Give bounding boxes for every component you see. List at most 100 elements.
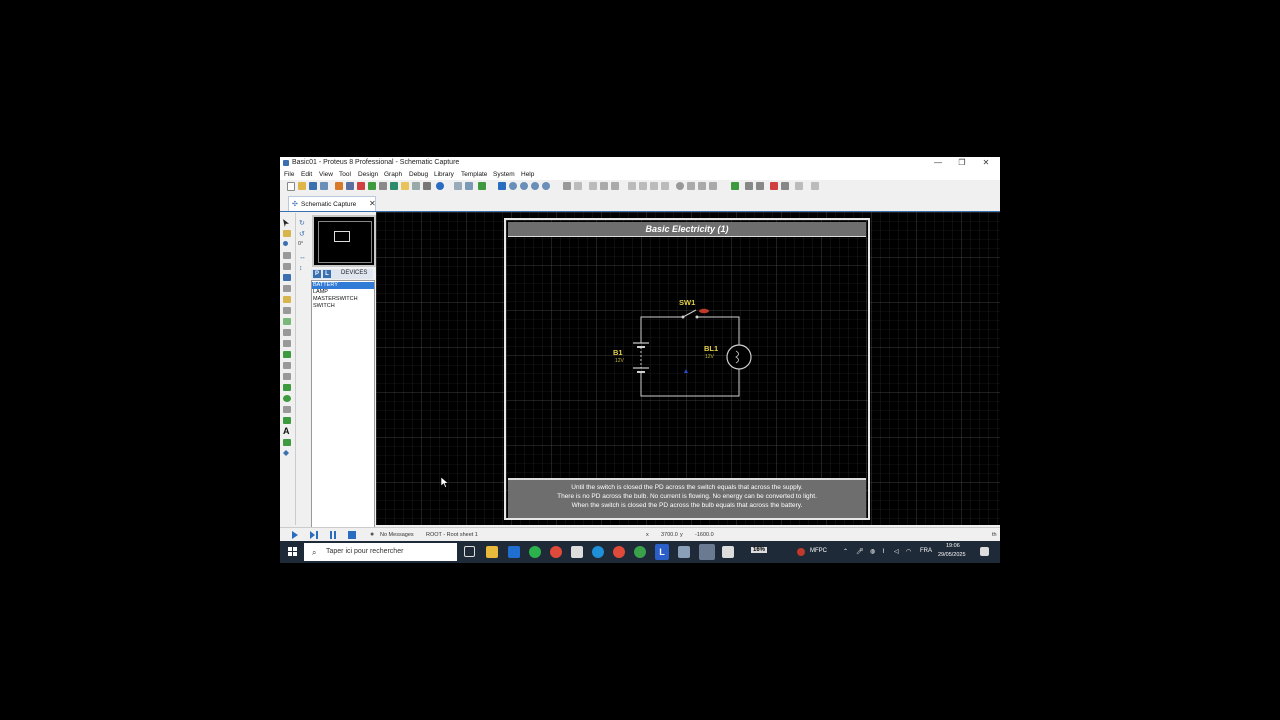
pan-icon[interactable] — [498, 182, 506, 190]
packaging-tool-icon[interactable] — [698, 182, 706, 190]
bus-icon[interactable] — [283, 274, 291, 281]
refresh-icon[interactable] — [454, 182, 462, 190]
copy-icon[interactable] — [600, 182, 608, 190]
search-tag-icon[interactable] — [745, 182, 753, 190]
block-rotate-icon[interactable] — [650, 182, 658, 190]
export-icon[interactable] — [811, 182, 819, 190]
wifi-icon[interactable]: ◠ — [906, 548, 911, 555]
taskbar-search-box[interactable]: ⌕ Taper ici pour rechercher — [304, 543, 457, 561]
make-device-icon[interactable] — [687, 182, 695, 190]
bom-icon[interactable] — [390, 182, 398, 190]
microphone-icon[interactable]: 🎤︎ — [856, 548, 864, 555]
library-manager-button[interactable]: L — [323, 270, 331, 278]
save-icon[interactable] — [309, 182, 317, 190]
redo-icon[interactable] — [574, 182, 582, 190]
screen-recorder-icon[interactable] — [722, 546, 734, 558]
2d-path-icon[interactable] — [283, 417, 291, 424]
stop-simulation-icon[interactable] — [348, 531, 356, 539]
whatsapp-icon[interactable] — [529, 546, 541, 558]
clock-time[interactable]: 19:06 — [946, 543, 960, 549]
menu-graph[interactable]: Graph — [384, 171, 402, 178]
windows-start-icon[interactable] — [288, 547, 298, 557]
subcircuit-icon[interactable] — [283, 285, 291, 292]
component-mode-icon[interactable] — [283, 230, 291, 237]
messages-status[interactable]: No Messages — [380, 532, 414, 538]
new-file-icon[interactable] — [287, 182, 295, 191]
overview-window[interactable] — [312, 215, 376, 267]
menu-tool[interactable]: Tool — [339, 171, 351, 178]
undo-icon[interactable] — [563, 182, 571, 190]
minimize-button[interactable]: — — [926, 157, 950, 169]
pause-simulation-icon[interactable] — [329, 531, 337, 539]
chrome-alt-icon[interactable] — [634, 546, 646, 558]
menu-system[interactable]: System — [493, 171, 515, 178]
menu-view[interactable]: View — [319, 171, 333, 178]
device-item-lamp[interactable]: LAMP — [312, 289, 374, 296]
proteus-app-icon[interactable] — [699, 544, 715, 560]
tab-schematic-capture[interactable]: ✣ Schematic Capture ✕ — [288, 196, 376, 212]
property-assign-icon[interactable] — [756, 182, 764, 190]
block-move-icon[interactable] — [639, 182, 647, 190]
edge-icon[interactable] — [592, 546, 604, 558]
2d-circle-icon[interactable] — [283, 395, 291, 402]
block-copy-icon[interactable] — [628, 182, 636, 190]
import-icon[interactable] — [320, 182, 328, 190]
virtual-instruments-icon[interactable] — [283, 362, 291, 369]
selection-mode-icon[interactable] — [283, 219, 289, 227]
text-script-icon[interactable] — [283, 263, 291, 270]
device-item-switch[interactable]: SWITCH — [312, 303, 374, 310]
chrome-profile-icon[interactable] — [613, 546, 625, 558]
user-name[interactable]: MFPC — [810, 548, 827, 554]
mirror-x-icon[interactable]: ↔ — [299, 254, 306, 261]
mirror-y-icon[interactable]: ↕ — [299, 265, 303, 272]
step-simulation-icon[interactable] — [310, 531, 318, 539]
print-icon[interactable] — [423, 182, 431, 190]
home-icon[interactable] — [335, 182, 343, 190]
tape-recorder-icon[interactable] — [283, 329, 291, 336]
rotate-clockwise-icon[interactable]: ↻ — [299, 219, 305, 227]
2d-line-icon[interactable] — [283, 373, 291, 380]
units-indicator[interactable]: th — [992, 532, 997, 538]
2d-arc-icon[interactable] — [283, 406, 291, 413]
close-button[interactable]: ✕ — [974, 157, 998, 169]
run-simulation-icon[interactable] — [291, 531, 299, 539]
2d-text-icon[interactable]: A — [283, 427, 291, 436]
grid-icon[interactable] — [465, 182, 473, 190]
settings-app-icon[interactable] — [678, 546, 690, 558]
junction-dot-icon[interactable] — [283, 241, 288, 246]
tray-chevron-icon[interactable]: ⌃ — [843, 548, 848, 555]
zoom-in-icon[interactable] — [509, 182, 517, 190]
electrical-rule-check-icon[interactable] — [770, 182, 778, 190]
graph-mode-icon[interactable] — [283, 318, 291, 325]
decompose-icon[interactable] — [709, 182, 717, 190]
terminals-icon[interactable] — [283, 296, 291, 303]
2d-box-icon[interactable] — [283, 384, 291, 391]
zoom-all-icon[interactable] — [531, 182, 539, 190]
open-folder-icon[interactable] — [298, 182, 306, 190]
netlist-icon[interactable] — [781, 182, 789, 190]
rotation-angle[interactable]: 0° — [298, 241, 303, 247]
volume-icon[interactable]: ◁ — [894, 548, 899, 555]
menu-help[interactable]: Help — [521, 171, 534, 178]
device-pins-icon[interactable] — [283, 307, 291, 314]
block-delete-icon[interactable] — [661, 182, 669, 190]
restore-button[interactable]: ❐ — [950, 157, 974, 169]
language-indicator[interactable]: FRA — [920, 548, 932, 554]
labcenter-icon[interactable]: L — [655, 544, 669, 560]
component-icon[interactable] — [412, 182, 420, 190]
pcb-icon[interactable] — [357, 182, 365, 190]
origin-icon[interactable] — [478, 182, 486, 190]
schematic-icon[interactable] — [346, 182, 354, 190]
battery-indicator[interactable]: 16% — [751, 547, 768, 553]
cut-icon[interactable] — [589, 182, 597, 190]
task-view-icon[interactable] — [464, 546, 475, 557]
pick-device-icon[interactable] — [676, 182, 684, 190]
file-explorer-icon[interactable] — [486, 546, 498, 558]
paste-icon[interactable] — [611, 182, 619, 190]
help-icon[interactable] — [436, 182, 444, 190]
network-icon[interactable]: ⌇ — [882, 548, 885, 555]
meet-now-icon[interactable]: ◍ — [870, 548, 875, 555]
wire-label-icon[interactable] — [283, 252, 291, 259]
clock-date[interactable]: 29/05/2025 — [938, 552, 966, 558]
2d-symbol-icon[interactable] — [283, 439, 291, 446]
